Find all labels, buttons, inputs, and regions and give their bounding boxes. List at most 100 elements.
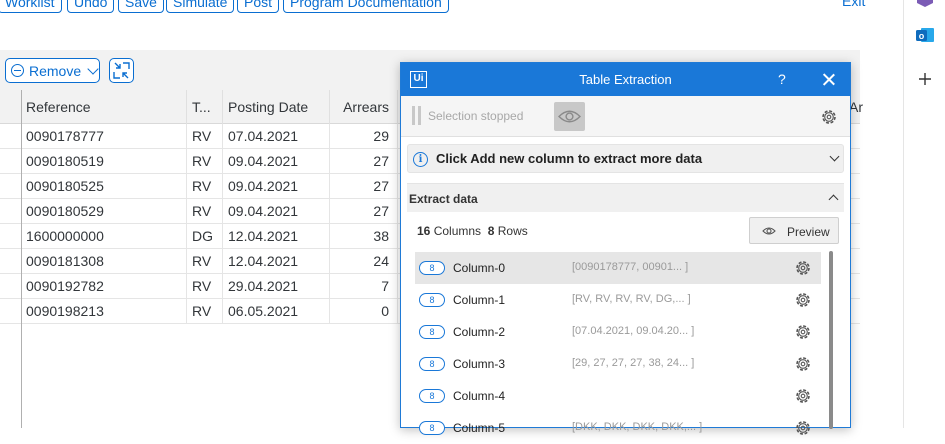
post-button[interactable]: Post — [237, 0, 280, 13]
column-preview-values: [07.04.2021, 09.04.20... ] — [572, 325, 695, 337]
cell-posting-date[interactable]: 12.04.2021 — [223, 224, 330, 249]
columns-label: Columns — [433, 224, 482, 238]
close-icon[interactable] — [821, 70, 835, 88]
simulate-button[interactable]: Simulate — [166, 0, 235, 13]
column-name: Column-2 — [453, 325, 506, 339]
column-settings-gear-icon[interactable] — [794, 355, 812, 373]
cell-type[interactable]: RV — [187, 299, 223, 324]
row-count-badge: 8 — [419, 261, 445, 275]
cell-posting-date[interactable]: 09.04.2021 — [223, 199, 330, 224]
cell-type[interactable]: DG — [187, 224, 223, 249]
cell-reference[interactable]: 1600000000 — [21, 224, 187, 249]
cell-arrears[interactable]: 27 — [330, 174, 398, 199]
cell-posting-date[interactable]: 06.05.2021 — [223, 299, 330, 324]
help-button[interactable]: ? — [778, 71, 786, 87]
cell-reference[interactable]: 0090178777 — [21, 124, 187, 149]
eye-icon — [558, 110, 581, 123]
cell-reference[interactable]: 0090192782 — [21, 274, 187, 299]
settings-gear-icon[interactable] — [820, 108, 838, 126]
preview-button[interactable]: Preview — [749, 217, 839, 244]
extraction-counts: 16 Columns 8 Rows — [417, 224, 528, 238]
selection-toolbar: Selection stopped — [401, 96, 850, 137]
column-settings-gear-icon[interactable] — [794, 419, 812, 437]
table-extraction-panel: Ui Table Extraction ? Selection stopped … — [400, 62, 851, 435]
cell-arrears[interactable]: 7 — [330, 274, 398, 299]
column-header-partial[interactable]: Ar — [849, 90, 863, 124]
column-name: Column-1 — [453, 293, 506, 307]
outlook-icon[interactable]: o — [914, 24, 936, 46]
cell-arrears[interactable]: 24 — [330, 249, 398, 274]
extracted-column-item[interactable]: 8 Column-0 [0090178777, 00901... ] — [415, 252, 821, 284]
column-preview-values: [0090178777, 00901... ] — [572, 261, 689, 273]
cell-arrears[interactable]: 27 — [330, 199, 398, 224]
column-preview-values: [DKK, DKK, DKK, DKK,... ] — [572, 421, 703, 433]
cell-type[interactable]: RV — [187, 274, 223, 299]
cell-posting-date[interactable]: 12.04.2021 — [223, 249, 330, 274]
app-cube-icon[interactable] — [914, 0, 936, 10]
cell-posting-date[interactable]: 09.04.2021 — [223, 174, 330, 199]
column-settings-gear-icon[interactable] — [794, 291, 812, 309]
column-name: Column-5 — [453, 421, 506, 435]
column-header-reference[interactable]: Reference — [21, 90, 187, 124]
cell-posting-date[interactable]: 29.04.2021 — [223, 274, 330, 299]
collapse-button[interactable] — [109, 58, 134, 83]
cell-type[interactable]: RV — [187, 199, 223, 224]
cell-arrears[interactable]: 29 — [330, 124, 398, 149]
extracted-column-item[interactable]: 8 Column-5 [DKK, DKK, DKK, DKK,... ] — [415, 412, 821, 444]
column-header-type[interactable]: T... — [187, 90, 223, 124]
column-preview-values: [RV, RV, RV, RV, DG,... ] — [572, 293, 691, 305]
row-count-badge: 8 — [419, 325, 445, 339]
chevron-up-icon — [828, 194, 839, 205]
grid-left-divider — [21, 90, 22, 428]
column-settings-gear-icon[interactable] — [794, 323, 812, 341]
preview-label: Preview — [787, 225, 830, 239]
column-name: Column-0 — [453, 261, 506, 275]
chevron-down-icon — [87, 62, 99, 75]
cell-type[interactable]: RV — [187, 124, 223, 149]
column-header-posting-date[interactable]: Posting Date — [223, 90, 330, 124]
cell-arrears[interactable]: 38 — [330, 224, 398, 249]
cell-posting-date[interactable]: 07.04.2021 — [223, 124, 330, 149]
extracted-column-item[interactable]: 8 Column-2 [07.04.2021, 09.04.20... ] — [415, 316, 821, 348]
row-count-badge: 8 — [419, 357, 445, 371]
panel-title-bar: Ui Table Extraction ? — [401, 63, 850, 96]
selection-status: Selection stopped — [428, 109, 524, 123]
columns-scrollbar[interactable] — [829, 251, 833, 429]
cell-type[interactable]: RV — [187, 149, 223, 174]
column-header-arrears[interactable]: Arrears — [330, 90, 398, 124]
cell-type[interactable]: RV — [187, 174, 223, 199]
eye-icon — [762, 227, 776, 235]
worklist-button[interactable]: Worklist — [0, 0, 62, 13]
cell-reference[interactable]: 0090180519 — [21, 149, 187, 174]
info-icon: i — [413, 152, 428, 167]
cell-arrears[interactable]: 0 — [330, 299, 398, 324]
undo-button[interactable]: Undo — [67, 0, 115, 13]
extracted-column-item[interactable]: 8 Column-4 — [415, 380, 821, 412]
cell-arrears[interactable]: 27 — [330, 149, 398, 174]
extracted-columns-list: 8 Column-0 [0090178777, 00901... ] 8 Column-… — [415, 252, 821, 444]
extracted-column-item[interactable]: 8 Column-3 [29, 27, 27, 27, 38, 24... ] — [415, 348, 821, 380]
pause-icon[interactable] — [412, 106, 421, 126]
program-documentation-button[interactable]: Program Documentation — [283, 0, 449, 13]
cell-reference[interactable]: 0090181308 — [21, 249, 187, 274]
cell-posting-date[interactable]: 09.04.2021 — [223, 149, 330, 174]
info-message: Click Add new column to extract more dat… — [436, 151, 703, 166]
cell-type[interactable]: RV — [187, 249, 223, 274]
column-settings-gear-icon[interactable] — [794, 387, 812, 405]
remove-button[interactable]: Remove — [5, 58, 100, 83]
svg-text:o: o — [919, 31, 925, 41]
add-icon[interactable] — [914, 68, 936, 90]
row-count-badge: 8 — [419, 421, 445, 435]
extract-data-section-header[interactable]: Extract data — [407, 183, 844, 212]
column-settings-gear-icon[interactable] — [794, 259, 812, 277]
collapse-arrows-icon — [113, 62, 130, 79]
cell-reference[interactable]: 0090180525 — [21, 174, 187, 199]
rows-count: 8 — [487, 224, 495, 238]
extracted-column-item[interactable]: 8 Column-1 [RV, RV, RV, RV, DG,... ] — [415, 284, 821, 316]
exit-link[interactable]: Exit — [842, 0, 865, 11]
save-button[interactable]: Save — [118, 0, 164, 13]
info-banner[interactable]: i Click Add new column to extract more d… — [407, 144, 844, 173]
cell-reference[interactable]: 0090180529 — [21, 199, 187, 224]
cell-reference[interactable]: 0090198213 — [21, 299, 187, 324]
highlight-toggle-button[interactable] — [554, 102, 585, 131]
